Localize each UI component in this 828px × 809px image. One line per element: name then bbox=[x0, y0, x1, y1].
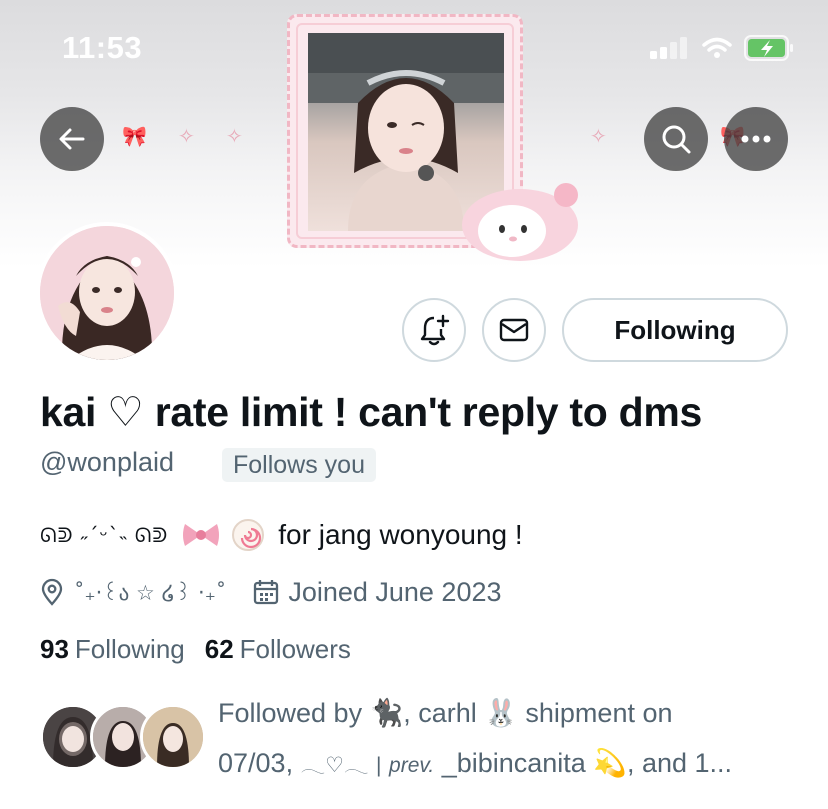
message-button[interactable] bbox=[482, 298, 546, 362]
profile-meta: ˚₊‧꒰ა ☆ ໒꒱ ‧₊˚ Joined June 2023 bbox=[40, 572, 502, 612]
follows-you-badge: Follows you bbox=[222, 448, 376, 482]
rabbit-emoji: 🐰 bbox=[484, 698, 518, 728]
mutual-avatar bbox=[140, 704, 206, 770]
followers-stat[interactable]: 62 Followers bbox=[205, 634, 351, 665]
followers-count: 62 bbox=[204, 634, 234, 664]
profile-avatar[interactable] bbox=[36, 222, 178, 364]
follower-date: 07/03, bbox=[218, 748, 294, 778]
bow-emoji bbox=[181, 520, 221, 550]
banner-photo-frame bbox=[287, 14, 578, 261]
follow-stats: 93 Following 62 Followers bbox=[40, 634, 351, 665]
following-count: 93 bbox=[40, 634, 69, 664]
bell-plus-icon bbox=[420, 314, 450, 346]
separator: | bbox=[376, 754, 382, 777]
wifi-icon bbox=[702, 37, 732, 58]
follower-name: , carhl bbox=[403, 698, 477, 728]
battery-icon bbox=[744, 35, 793, 61]
signal-icon bbox=[650, 37, 687, 59]
username-handle: @wonplaid bbox=[40, 447, 174, 477]
more-button[interactable] bbox=[724, 107, 788, 171]
followed-by-tail: , and 1... bbox=[626, 748, 733, 778]
envelope-icon bbox=[499, 318, 529, 342]
prev-label: prev. bbox=[389, 754, 435, 777]
back-button[interactable] bbox=[40, 107, 104, 171]
following-button[interactable]: Following bbox=[562, 298, 788, 362]
search-button[interactable] bbox=[644, 107, 708, 171]
character-sticker bbox=[462, 183, 578, 261]
location-pin-icon bbox=[41, 578, 63, 606]
cat-emoji: 🐈‍⬛ bbox=[369, 698, 404, 728]
sparkle-decoration: ✧ bbox=[178, 126, 195, 148]
followed-by-text[interactable]: Followed by 🐈‍⬛, carhl 🐰 shipment on 07/… bbox=[218, 688, 798, 791]
display-name: kai ♡ rate limit ! can't reply to dms bbox=[40, 389, 702, 435]
profile-bio: ᘏᕲ ˶ˊᵕˋ˵ ᘏᕲ for jang wonyoung ! bbox=[40, 513, 523, 557]
followers-you-know-avatars[interactable] bbox=[40, 704, 206, 774]
location-text: ˚₊‧꒰ა ☆ ໒꒱ ‧₊˚ bbox=[74, 581, 227, 605]
status-time: 11:53 bbox=[62, 30, 143, 65]
fishcake-emoji bbox=[231, 518, 265, 552]
wing-decoration: 𓂃♡𓂃 bbox=[300, 754, 369, 777]
followers-label: Followers bbox=[239, 634, 351, 664]
notify-button[interactable] bbox=[402, 298, 466, 362]
more-horizontal-icon bbox=[741, 135, 771, 143]
calendar-icon bbox=[254, 580, 279, 605]
sparkle-decoration: ✧ bbox=[590, 126, 607, 148]
search-icon bbox=[662, 125, 691, 154]
bow-decoration: 🎀 bbox=[122, 126, 147, 148]
followed-by-prefix: Followed by bbox=[218, 698, 363, 728]
bio-text: for jang wonyoung ! bbox=[278, 519, 523, 550]
following-stat[interactable]: 93 Following bbox=[40, 634, 185, 665]
arrow-left-icon bbox=[59, 128, 85, 150]
following-label: Following bbox=[74, 634, 185, 664]
follower-name: _bibincanita bbox=[441, 748, 586, 778]
star-emoji: 💫 bbox=[593, 748, 627, 778]
status-icons bbox=[650, 34, 794, 62]
bio-kaomoji: ᘏᕲ ˶ˊᵕˋ˵ ᘏᕲ bbox=[40, 522, 169, 547]
follower-name-suffix: shipment on bbox=[525, 698, 673, 728]
joined-date: Joined June 2023 bbox=[288, 576, 502, 607]
sparkle-decoration: ✧ bbox=[226, 126, 243, 148]
